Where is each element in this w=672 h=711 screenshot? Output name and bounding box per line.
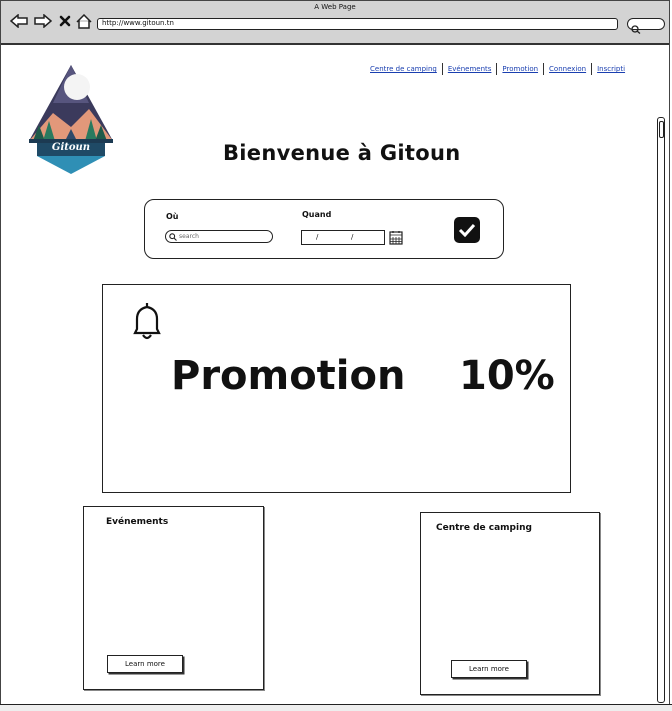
date-separator: / xyxy=(316,233,319,241)
card-title: Centre de camping xyxy=(436,523,532,533)
card-title: Evénements xyxy=(106,517,169,527)
nav-evenements[interactable]: Evénements xyxy=(443,65,497,73)
learn-more-button[interactable]: Learn more xyxy=(451,660,527,678)
back-icon[interactable] xyxy=(9,12,29,30)
promotion-banner[interactable]: Promotion 10% xyxy=(102,284,571,493)
nav-connexion[interactable]: Connexion xyxy=(544,65,591,73)
page-title: Bienvenue à Gitoun xyxy=(223,141,461,165)
calendar-icon[interactable] xyxy=(389,230,403,249)
browser-search-field[interactable] xyxy=(627,18,665,34)
search-icon xyxy=(631,19,641,38)
where-label: Où xyxy=(166,212,179,221)
learn-more-button[interactable]: Learn more xyxy=(107,655,183,673)
top-nav: Centre de camping Evénements Promotion C… xyxy=(365,63,630,75)
promotion-value: 10% xyxy=(459,353,555,399)
date-separator: / xyxy=(351,233,354,241)
browser-toolbar: A Web Page http://www.gitoun.tn xyxy=(1,1,669,45)
browser-window: A Web Page http://www.gitoun.tn Centre d… xyxy=(0,0,670,708)
nav-inscription[interactable]: Inscripti xyxy=(592,65,630,73)
search-icon xyxy=(169,232,177,241)
date-input[interactable]: / / xyxy=(301,230,385,245)
search-placeholder: search xyxy=(179,233,199,240)
url-input[interactable]: http://www.gitoun.tn xyxy=(97,18,618,30)
promotion-title: Promotion xyxy=(171,353,406,399)
bell-icon xyxy=(127,301,167,347)
scrollbar-thumb[interactable] xyxy=(659,121,664,138)
card-evenements: Evénements Learn more xyxy=(83,506,264,690)
checkbox-checked-icon[interactable] xyxy=(454,217,480,243)
forward-icon[interactable] xyxy=(33,12,53,30)
search-panel: Où search Quand / / xyxy=(144,199,504,259)
stop-icon[interactable] xyxy=(58,12,72,30)
when-label: Quand xyxy=(302,210,332,219)
nav-centre-de-camping[interactable]: Centre de camping xyxy=(365,65,442,73)
card-centre-de-camping: Centre de camping Learn more xyxy=(420,512,600,695)
vertical-scrollbar[interactable] xyxy=(657,117,665,703)
home-icon[interactable] xyxy=(75,12,93,30)
window-title: A Web Page xyxy=(314,3,356,11)
gitoun-logo[interactable]: Gitoun xyxy=(27,63,115,175)
nav-promotion[interactable]: Promotion xyxy=(497,65,543,73)
logo-text: Gitoun xyxy=(51,142,91,153)
where-search-input[interactable]: search xyxy=(165,230,273,243)
